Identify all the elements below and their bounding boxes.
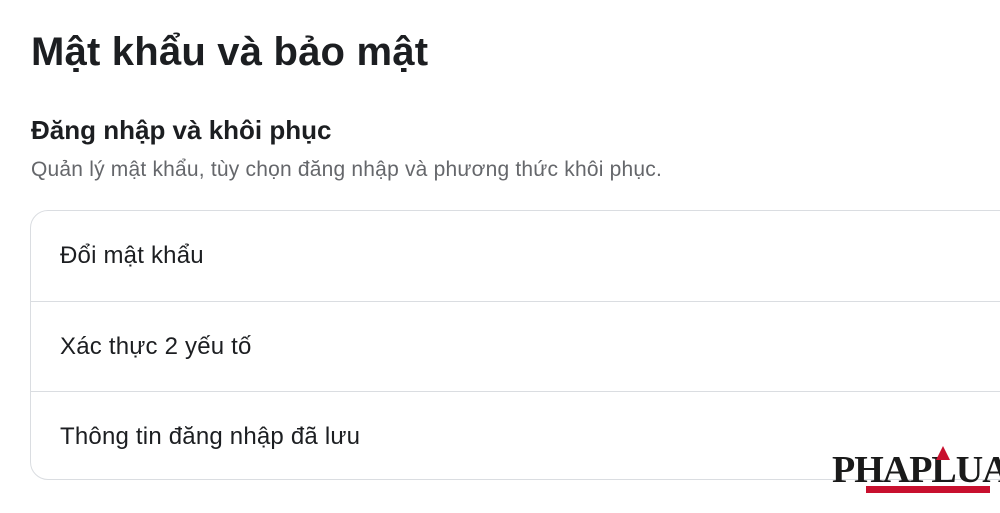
change-password-label: Đổi mật khẩu [60, 242, 204, 269]
login-options-card: Đổi mật khẩu Xác thực 2 yếu tố Thông tin… [30, 210, 1000, 480]
change-password-item[interactable]: Đổi mật khẩu [31, 211, 1000, 301]
phapluat-watermark-logo: PHAPLUAT [832, 446, 1000, 494]
section-title: Đăng nhập và khôi phục [31, 115, 332, 145]
watermark-text: PHAPLUAT [832, 449, 1000, 491]
watermark-peak-shape [936, 446, 950, 460]
section-description: Quản lý mật khẩu, tùy chọn đăng nhập và … [31, 158, 663, 181]
page-title: Mật khẩu và bảo mật [31, 30, 429, 74]
watermark-bar [866, 486, 990, 493]
two-factor-auth-item[interactable]: Xác thực 2 yếu tố [31, 301, 1000, 391]
saved-login-info-label: Thông tin đăng nhập đã lưu [60, 422, 361, 450]
two-factor-auth-label: Xác thực 2 yếu tố [60, 332, 252, 360]
